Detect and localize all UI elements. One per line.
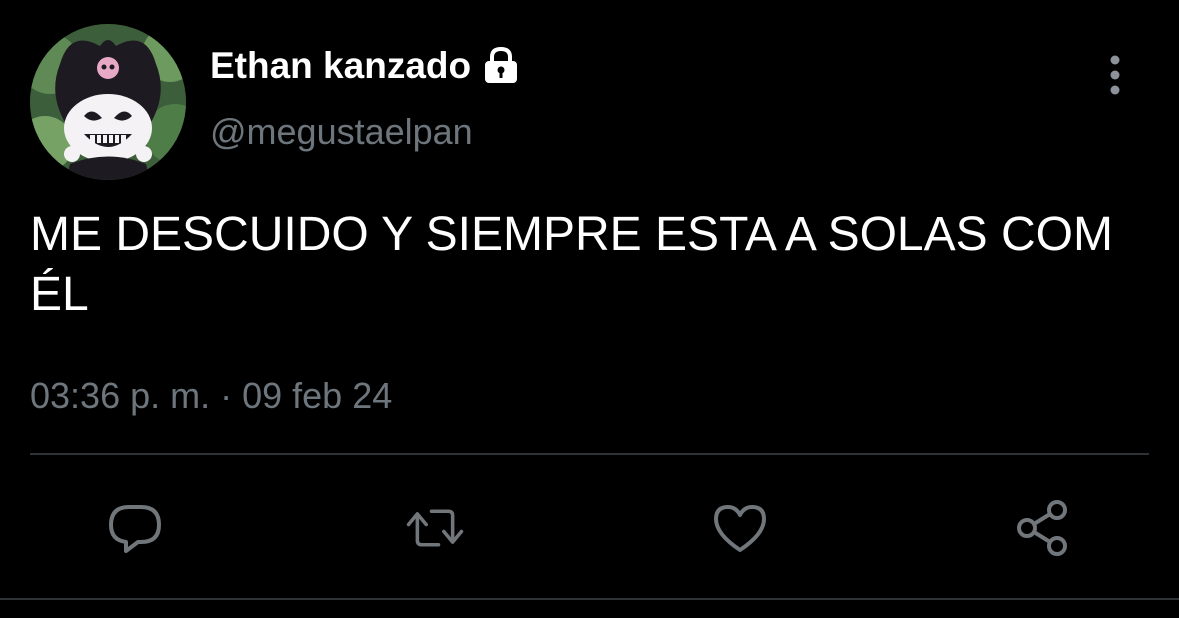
retweet-button[interactable]	[405, 498, 465, 558]
reply-icon	[109, 505, 161, 553]
avatar[interactable]	[30, 24, 186, 180]
display-name-row[interactable]: Ethan kanzado	[210, 44, 521, 88]
tweet-timestamp[interactable]: 03:36 p. m. · 09 feb 24	[30, 374, 392, 418]
more-options-icon[interactable]	[1098, 54, 1132, 98]
bottom-divider	[0, 598, 1179, 600]
divider	[30, 453, 1149, 455]
user-handle[interactable]: @megustaelpan	[210, 110, 473, 154]
tweet-detail: Ethan kanzado @megustaelpan ME DESCUIDO …	[0, 0, 1179, 618]
share-icon	[1017, 500, 1067, 556]
kuromi-avatar-icon	[30, 24, 186, 180]
heart-icon	[714, 505, 766, 552]
share-button[interactable]	[1013, 498, 1073, 558]
reply-button[interactable]	[105, 498, 165, 558]
like-button[interactable]	[710, 498, 770, 558]
tweet-text: ME DESCUIDO Y SIEMPRE ESTA A SOLAS COM É…	[30, 208, 1113, 321]
display-name[interactable]: Ethan kanzado	[210, 44, 471, 88]
retweet-icon	[406, 509, 464, 547]
lock-icon	[481, 46, 521, 86]
